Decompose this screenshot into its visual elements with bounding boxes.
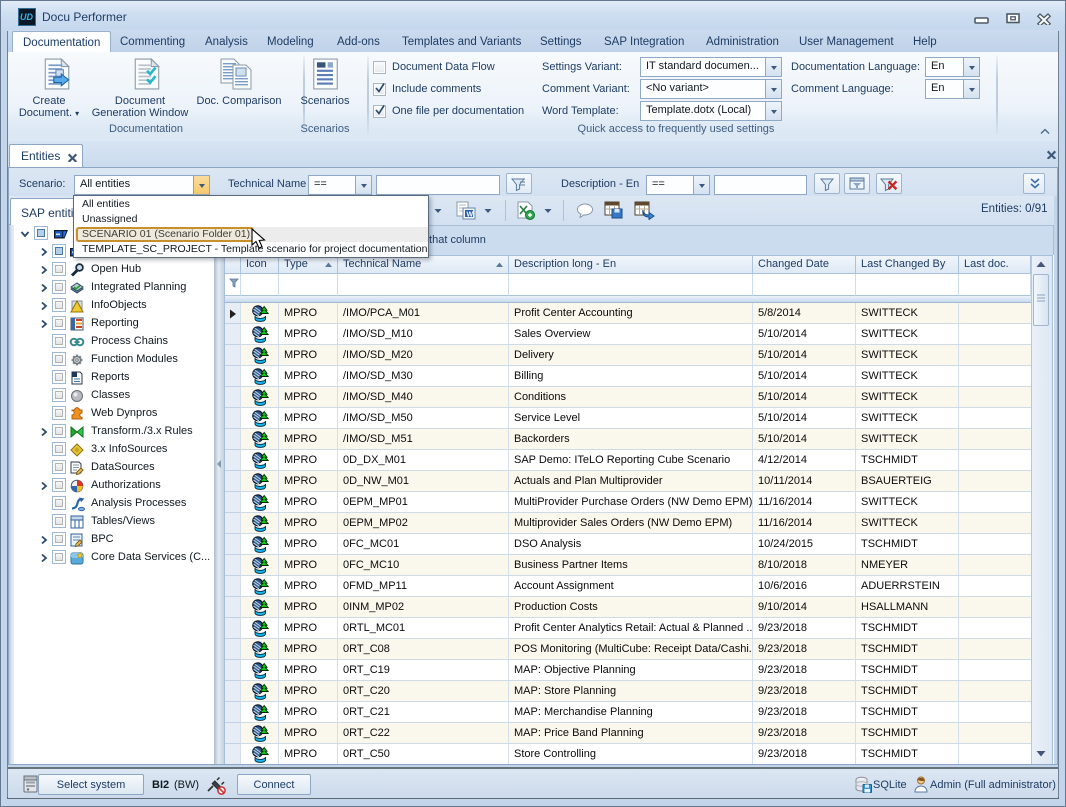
svg-text:UD: UD xyxy=(20,12,33,22)
svg-text:W: W xyxy=(467,212,474,219)
